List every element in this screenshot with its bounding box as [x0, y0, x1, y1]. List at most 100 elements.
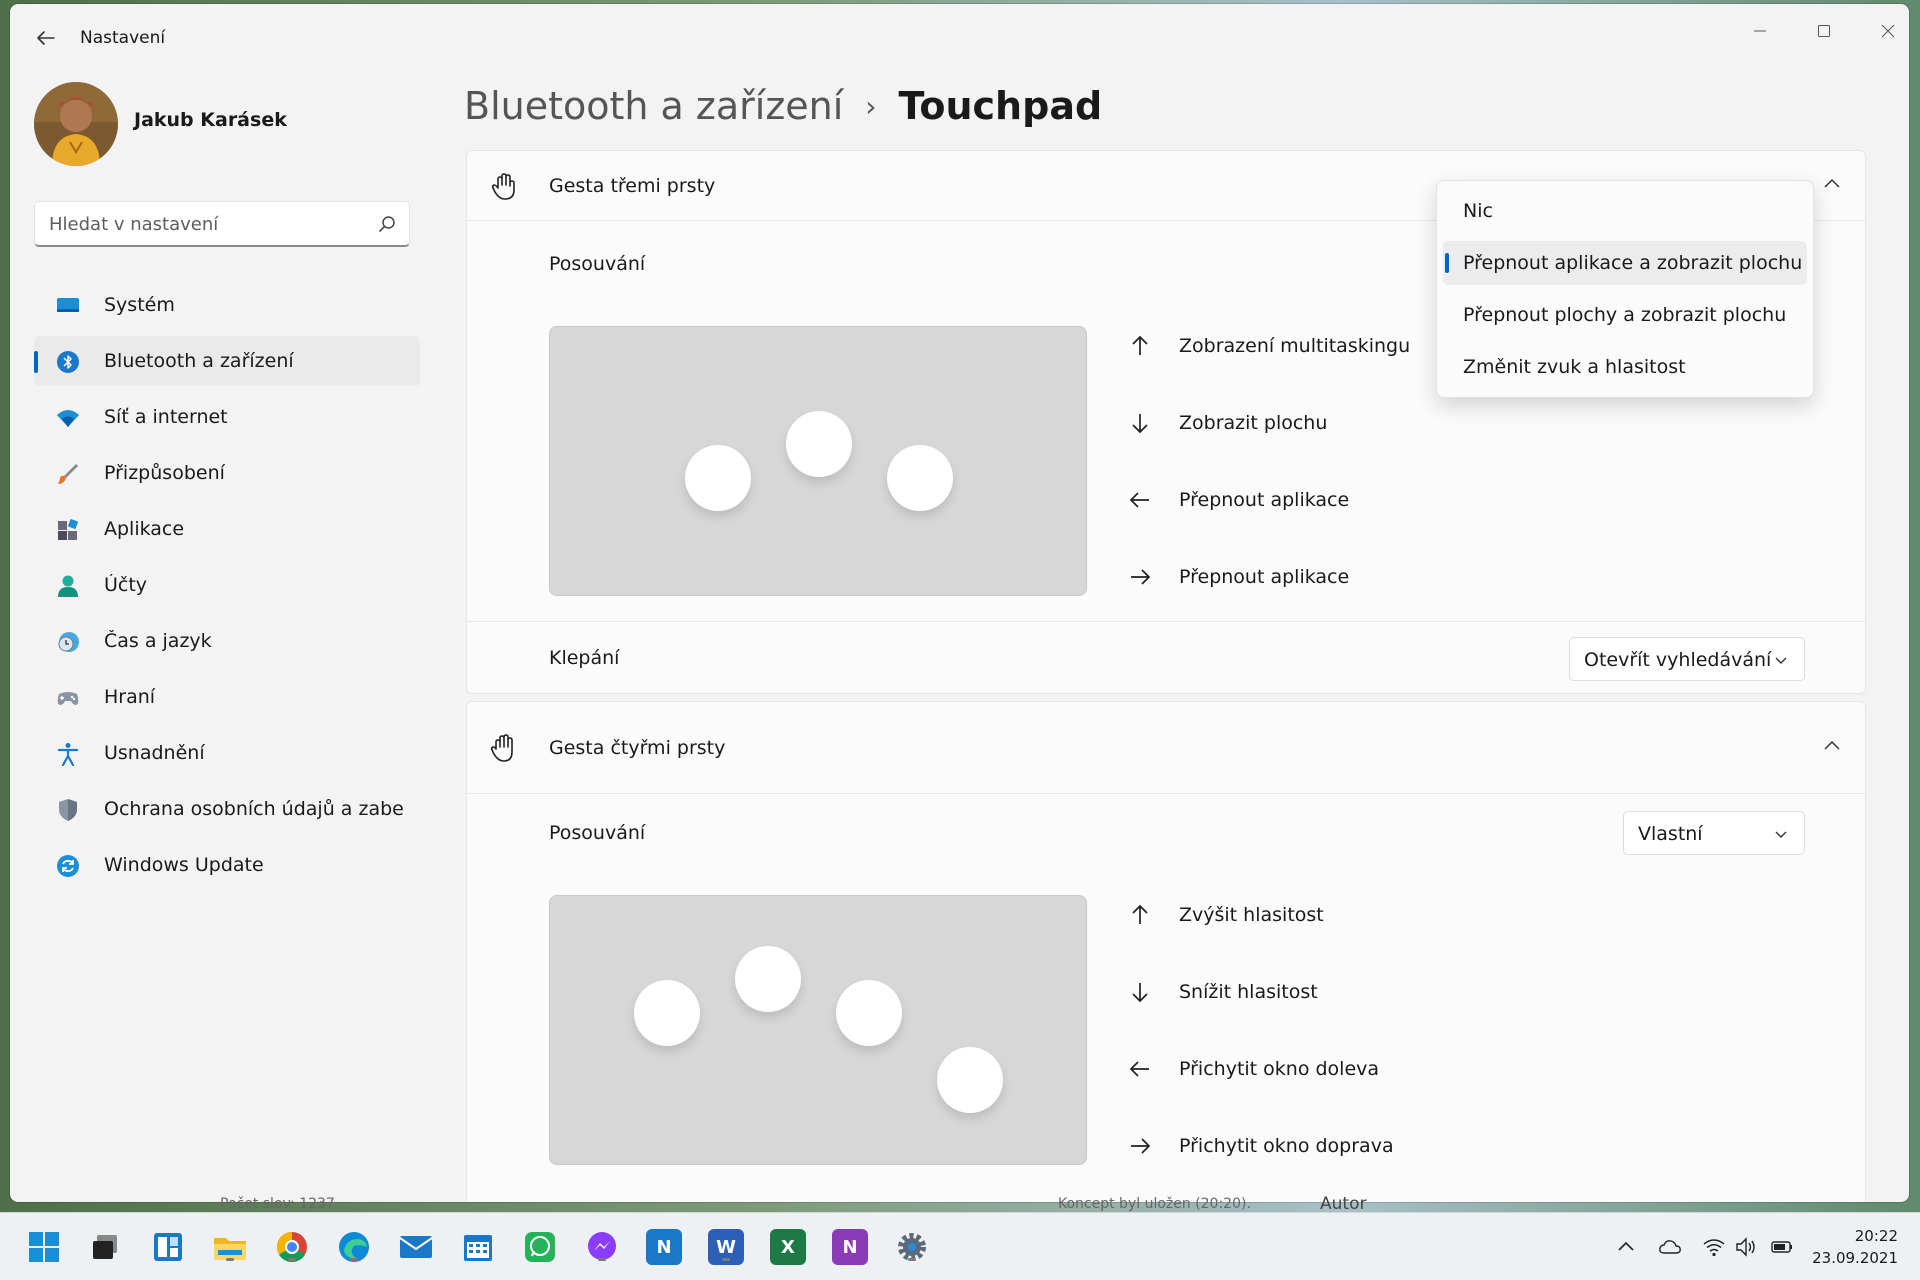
account-icon: [58, 575, 78, 597]
search-icon[interactable]: [377, 214, 397, 234]
app-letter: W: [716, 1236, 736, 1258]
clock-time: 20:22: [1854, 1227, 1898, 1245]
gamepad-icon: [57, 692, 79, 705]
sidebar-item-label: Účty: [104, 574, 148, 596]
dropdown-value: Vlastní: [1638, 823, 1703, 845]
taskbar: N W X N 20:22 23.09.2021: [0, 1212, 1920, 1280]
menu-option-label: Přepnout aplikace a zobrazit plochu: [1463, 252, 1803, 274]
sidebar-item-personalization[interactable]: Přizpůsobení: [34, 448, 420, 498]
mail-icon[interactable]: [398, 1229, 434, 1265]
back-button[interactable]: [32, 24, 60, 52]
clock-globe-icon: [58, 632, 79, 652]
file-explorer-icon[interactable]: [212, 1229, 248, 1265]
sidebar-item-system[interactable]: Systém: [34, 280, 420, 330]
battery-icon[interactable]: [1770, 1235, 1794, 1259]
close-icon: [1881, 24, 1895, 38]
back-arrow-icon: [37, 31, 55, 45]
speaker-volume-icon[interactable]: [1734, 1235, 1758, 1259]
gesture-label: Přepnout aplikace: [1179, 489, 1350, 511]
gesture-label: Zvýšit hlasitost: [1179, 904, 1324, 926]
sidebar-item-accounts[interactable]: Účty: [34, 560, 420, 610]
page-title: Touchpad: [898, 84, 1103, 128]
maximize-icon: [1818, 25, 1830, 37]
update-icon: [57, 855, 79, 877]
arrow-up-icon: [1132, 904, 1148, 924]
accessibility-icon: [57, 743, 79, 766]
menu-option-nothing[interactable]: Nic: [1443, 189, 1807, 233]
app-title: Nastavení: [80, 28, 166, 48]
maximize-button[interactable]: [1798, 16, 1850, 46]
messenger-icon[interactable]: [584, 1229, 620, 1265]
close-button[interactable]: [1862, 16, 1909, 46]
title-bar: Nastavení: [10, 4, 1909, 68]
clock-date: 23.09.2021: [1812, 1249, 1898, 1267]
sidebar-item-label: Přizpůsobení: [104, 462, 225, 484]
menu-option-switch-desktops[interactable]: Přepnout plochy a zobrazit plochu: [1443, 293, 1807, 337]
gesture-label: Zobrazení multitaskingu: [1179, 335, 1411, 357]
tap-action-dropdown[interactable]: Otevřít vyhledávání: [1569, 637, 1805, 681]
touchpad-illustration: [549, 895, 1087, 1165]
windows-start-icon[interactable]: [26, 1229, 62, 1265]
edge-icon[interactable]: [336, 1229, 372, 1265]
hand-icon: [491, 173, 515, 200]
panel-title: Gesta čtyřmi prsty: [549, 737, 726, 759]
word-icon[interactable]: W: [708, 1229, 744, 1265]
sidebar-item-time-language[interactable]: Čas a jazyk: [34, 616, 420, 666]
calendar-icon[interactable]: [460, 1229, 496, 1265]
finger-dot: [735, 946, 801, 1012]
whatsapp-icon[interactable]: [522, 1229, 558, 1265]
taskbar-clock[interactable]: 20:22 23.09.2021: [1812, 1225, 1898, 1269]
four-finger-gestures-panel: Gesta čtyřmi prsty Posouvání Vlastní Zvý…: [466, 701, 1866, 1202]
search-box[interactable]: [34, 201, 410, 247]
sidebar-item-accessibility[interactable]: Usnadnění: [34, 728, 420, 778]
settings-window: Nastavení Jakub Karásek Hledat v nastave…: [10, 4, 1909, 1202]
menu-option-label: Přepnout plochy a zobrazit plochu: [1463, 304, 1787, 326]
search-input[interactable]: [49, 202, 369, 246]
swipe-label: Posouvání: [549, 253, 646, 275]
minimize-button[interactable]: [1734, 16, 1786, 46]
running-indicator: [908, 1258, 916, 1261]
wifi-icon: [57, 410, 79, 427]
chevron-up-icon[interactable]: [1821, 735, 1843, 757]
touchpad-illustration: [549, 326, 1087, 596]
breadcrumb-parent-link[interactable]: Bluetooth a zařízení: [464, 84, 843, 128]
sidebar-item-windows-update[interactable]: Windows Update: [34, 840, 420, 890]
panel-title: Gesta třemi prsty: [549, 175, 716, 197]
sidebar-item-privacy-security[interactable]: Ochrana osobních údajů a zabezpečení: [34, 784, 420, 834]
sidebar-item-network[interactable]: Síť a internet: [34, 392, 420, 442]
sidebar-item-bluetooth[interactable]: Bluetooth a zařízení: [34, 336, 420, 386]
sidebar-nav: Systém Bluetooth a zařízení Síť a intern…: [34, 280, 420, 896]
menu-option-audio-volume[interactable]: Změnit zvuk a hlasitost: [1443, 345, 1807, 389]
running-indicator: [598, 1258, 606, 1261]
background-author: Autor: [1320, 1194, 1367, 1214]
running-indicator: [350, 1258, 358, 1261]
sidebar-item-apps[interactable]: Aplikace: [34, 504, 420, 554]
arrow-down-icon: [1132, 414, 1148, 434]
menu-option-switch-apps[interactable]: Přepnout aplikace a zobrazit plochu: [1443, 241, 1807, 285]
swipe-label: Posouvání: [549, 822, 646, 844]
gesture-label: Snížit hlasitost: [1179, 981, 1318, 1003]
widgets-icon[interactable]: [150, 1229, 186, 1265]
hand-icon: [490, 734, 513, 762]
sidebar-item-gaming[interactable]: Hraní: [34, 672, 420, 722]
wifi-icon[interactable]: [1702, 1235, 1726, 1259]
onedrive-cloud-icon[interactable]: [1658, 1235, 1682, 1259]
apps-icon: [58, 518, 79, 540]
notepad-n-icon[interactable]: N: [646, 1229, 682, 1265]
chrome-icon[interactable]: [274, 1229, 310, 1265]
brush-icon: [58, 464, 78, 484]
menu-option-label: Změnit zvuk a hlasitost: [1463, 356, 1686, 378]
excel-icon[interactable]: X: [770, 1229, 806, 1265]
four-finger-swipe-dropdown[interactable]: Vlastní: [1623, 811, 1805, 855]
four-finger-header[interactable]: Gesta čtyřmi prsty: [467, 702, 1865, 794]
chevron-up-icon[interactable]: [1614, 1235, 1638, 1259]
task-view-icon[interactable]: [88, 1229, 124, 1265]
gesture-label: Přepnout aplikace: [1179, 566, 1350, 588]
sidebar-item-label: Usnadnění: [104, 742, 205, 764]
onenote-icon[interactable]: N: [832, 1229, 868, 1265]
arrow-up-icon: [1132, 335, 1148, 355]
settings-icon[interactable]: [894, 1229, 930, 1265]
chevron-up-icon[interactable]: [1821, 173, 1843, 195]
sidebar-item-label: Ochrana osobních údajů a zabezpečení: [104, 798, 404, 820]
finger-dot: [937, 1047, 1003, 1113]
